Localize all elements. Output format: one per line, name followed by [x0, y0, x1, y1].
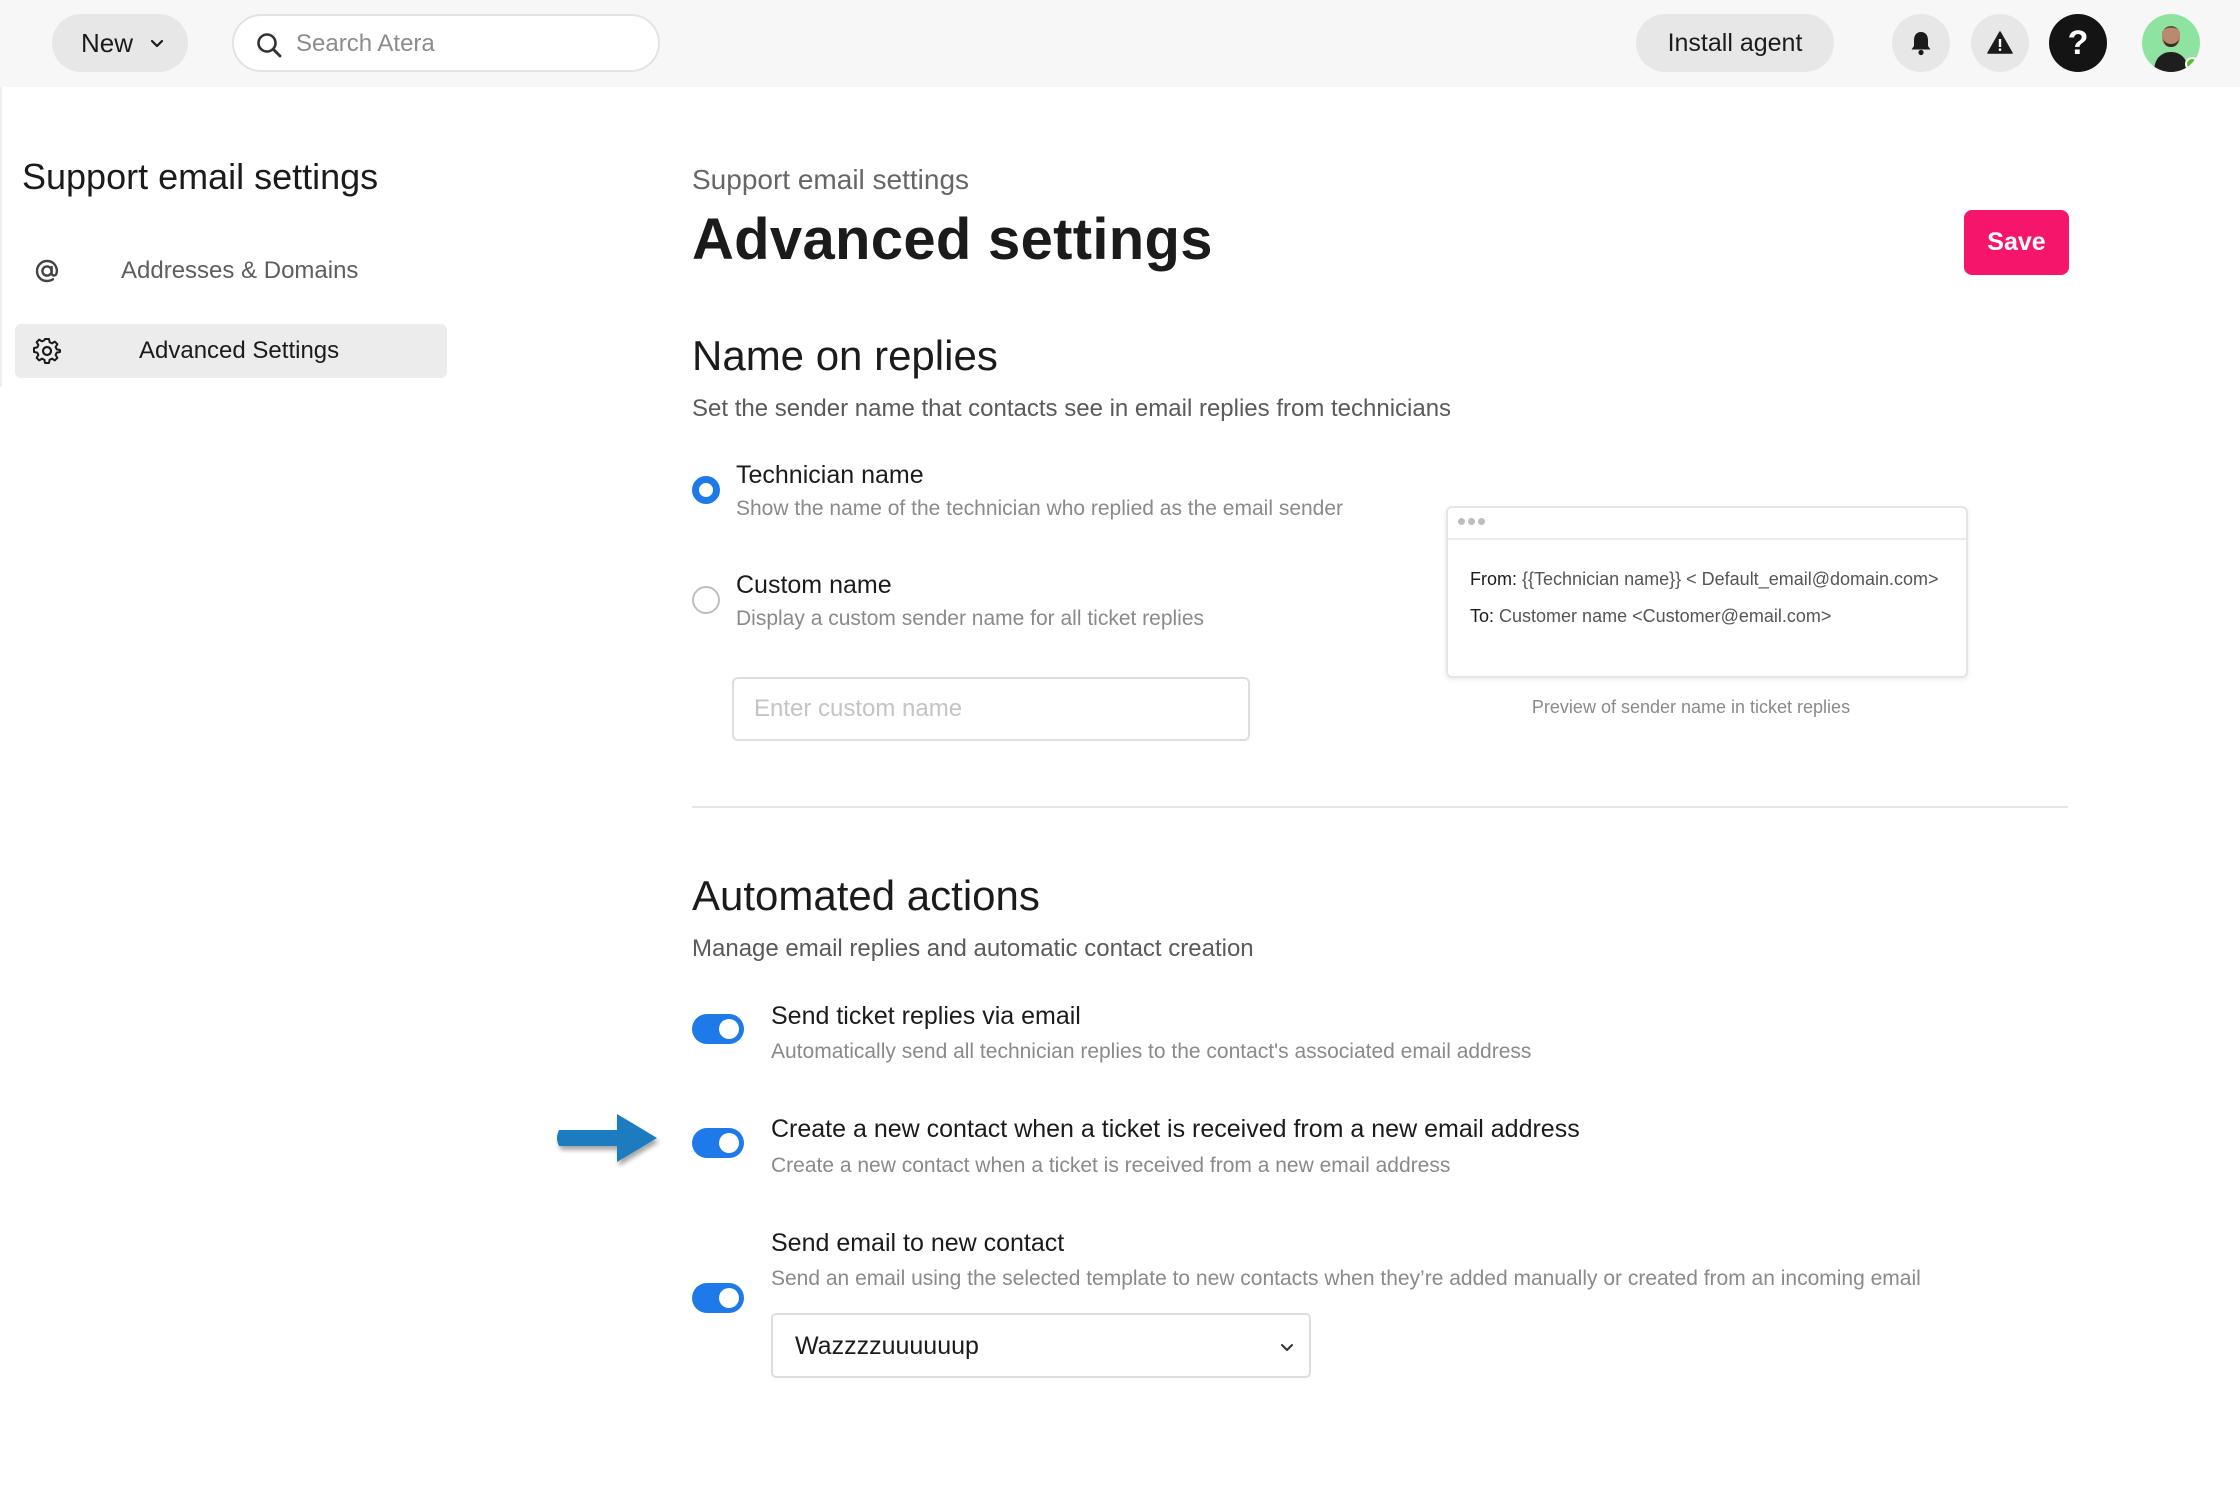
- toggle-desc-send-ticket-replies: Automatically send all technician replie…: [771, 1040, 1532, 1063]
- option-title-custom-name[interactable]: Custom name: [736, 571, 892, 600]
- preview-from-value: {{Technician name}} < Default_email@doma…: [1522, 569, 1939, 589]
- toggle-title-send-ticket-replies: Send ticket replies via email: [771, 1002, 1081, 1030]
- help-button[interactable]: ?: [2049, 14, 2107, 72]
- alerts-button[interactable]: [1971, 14, 2029, 72]
- section-heading-name-on-replies: Name on replies: [692, 332, 998, 379]
- toggle-desc-create-new-contact: Create a new contact when a ticket is re…: [771, 1154, 1451, 1177]
- toggle-title-create-new-contact: Create a new contact when a ticket is re…: [771, 1115, 1580, 1143]
- email-template-select[interactable]: Wazzzzuuuuuup: [771, 1313, 1311, 1378]
- section-subtitle-name-on-replies: Set the sender name that contacts see in…: [692, 395, 1452, 422]
- toggle-send-ticket-replies[interactable]: [692, 1014, 744, 1044]
- toggle-desc-send-email-new-contact: Send an email using the selected templat…: [771, 1267, 1921, 1290]
- top-bar: New Install agent ?: [0, 0, 2240, 87]
- sidebar-item-advanced-settings[interactable]: Advanced Settings: [15, 324, 447, 378]
- preview-to-label: To:: [1470, 606, 1495, 626]
- toggle-knob: [719, 1019, 739, 1039]
- section-divider: [692, 806, 2068, 808]
- sender-preview-card: From: {{Technician name}} < Default_emai…: [1446, 506, 1968, 678]
- sidebar-divider: [0, 87, 2, 387]
- new-button[interactable]: New: [52, 14, 188, 72]
- search-box[interactable]: [232, 14, 660, 72]
- preview-to-line: To: Customer name <Customer@email.com>: [1470, 606, 1831, 627]
- toggle-knob: [719, 1133, 739, 1153]
- new-button-label: New: [81, 27, 134, 58]
- preview-to-value: Customer name <Customer@email.com>: [1499, 606, 1832, 626]
- notifications-button[interactable]: [1892, 14, 1950, 72]
- preview-window-bar: [1448, 508, 1966, 540]
- at-icon: [35, 259, 59, 283]
- window-dots-icon: [1458, 518, 1485, 525]
- preview-caption: Preview of sender name in ticket replies: [1531, 697, 1851, 717]
- custom-name-input[interactable]: [732, 677, 1250, 741]
- avatar[interactable]: [2142, 14, 2200, 72]
- section-subtitle-automated-actions: Manage email replies and automatic conta…: [692, 935, 1254, 962]
- annotation-arrow-icon: [557, 1114, 657, 1162]
- gear-icon: [33, 338, 61, 364]
- chevron-down-icon: [1281, 1344, 1293, 1351]
- sidebar-title: Support email settings: [22, 156, 379, 197]
- toggle-create-new-contact[interactable]: [692, 1128, 744, 1158]
- save-button[interactable]: Save: [1964, 210, 2069, 275]
- toggle-knob: [719, 1288, 739, 1308]
- help-icon: ?: [2067, 23, 2089, 62]
- radio-custom-name[interactable]: [692, 586, 720, 614]
- preview-from-label: From:: [1470, 569, 1517, 589]
- breadcrumb: Support email settings: [692, 164, 970, 195]
- radio-technician-name[interactable]: [692, 476, 720, 504]
- preview-from-line: From: {{Technician name}} < Default_emai…: [1470, 569, 1939, 590]
- sidebar-item-label: Advanced Settings: [139, 337, 340, 364]
- toggle-title-send-email-new-contact: Send email to new contact: [771, 1229, 1065, 1257]
- chevron-down-icon: [150, 39, 164, 48]
- option-title-technician-name[interactable]: Technician name: [736, 461, 924, 490]
- install-agent-label: Install agent: [1667, 28, 1803, 57]
- option-desc-custom-name: Display a custom sender name for all tic…: [736, 607, 1205, 630]
- toggle-send-email-new-contact[interactable]: [692, 1283, 744, 1313]
- search-icon: [257, 33, 282, 58]
- warning-icon: [1987, 31, 2013, 54]
- search-input[interactable]: [296, 24, 636, 64]
- install-agent-button[interactable]: Install agent: [1636, 14, 1834, 72]
- bell-icon: [1911, 32, 1931, 56]
- sidebar-item-addresses-domains[interactable]: Addresses & Domains: [15, 244, 447, 298]
- option-desc-technician-name: Show the name of the technician who repl…: [736, 497, 1344, 520]
- email-template-value: Wazzzzuuuuuup: [795, 1332, 979, 1360]
- section-heading-automated-actions: Automated actions: [692, 872, 1040, 919]
- sidebar-item-label: Addresses & Domains: [121, 257, 359, 284]
- page-title: Advanced settings: [692, 207, 1213, 272]
- online-status-dot: [2185, 57, 2199, 71]
